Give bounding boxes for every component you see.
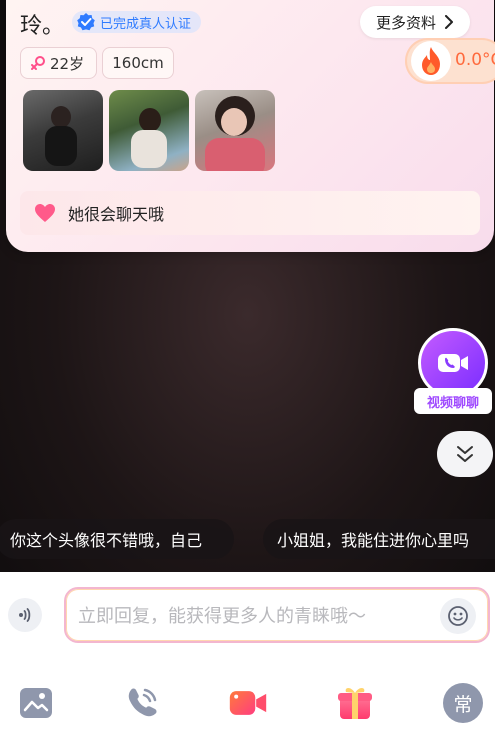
female-gender-icon xyxy=(31,56,45,70)
flame-icon xyxy=(422,47,440,75)
voice-button[interactable] xyxy=(8,598,42,632)
emoji-icon xyxy=(448,606,468,626)
video-call-icon xyxy=(438,354,468,372)
height-value: 160cm xyxy=(112,54,164,72)
hobby-banner: 她很会聊天哦 xyxy=(20,191,480,235)
quick-reply-2[interactable]: 小姐姐，我能住进你心里吗 xyxy=(263,519,495,559)
hobby-text: 她很会聊天哦 xyxy=(68,205,165,224)
gift-icon xyxy=(338,688,372,719)
phone-call-icon xyxy=(128,688,157,717)
verified-label: 已完成真人认证 xyxy=(100,16,192,32)
video-camera-icon xyxy=(229,691,267,715)
profile-name: 玲。 xyxy=(20,14,65,39)
flame-badge xyxy=(411,41,451,81)
gift-button[interactable] xyxy=(335,683,375,723)
verified-badge: 已完成真人认证 xyxy=(72,11,202,33)
double-chevron-down-icon xyxy=(457,446,473,462)
voice-call-button[interactable] xyxy=(122,683,162,723)
emoji-button[interactable] xyxy=(440,598,476,634)
profile-card: 玲。 已完成真人认证 更多资料 22岁 160cm 她很会聊天哦 xyxy=(6,0,494,252)
quick-reply-1[interactable]: 你这个头像很不错哦，自己 xyxy=(0,519,234,559)
temperature-value: 0.0°C xyxy=(455,50,495,70)
video-chat-label[interactable]: 视频聊聊 xyxy=(414,388,492,414)
photo-icon xyxy=(20,688,52,718)
message-input[interactable] xyxy=(66,589,420,643)
age-value: 22岁 xyxy=(50,54,85,73)
scroll-down-button[interactable] xyxy=(437,431,493,477)
voice-icon xyxy=(19,608,31,622)
photo-button[interactable] xyxy=(16,683,56,723)
more-info-label: 更多资料 xyxy=(375,13,436,32)
common-phrases-button[interactable]: 常 xyxy=(443,683,483,723)
chevron-right-icon xyxy=(445,15,453,29)
height-tag: 160cm xyxy=(102,47,174,79)
more-info-button[interactable]: 更多资料 xyxy=(360,6,470,38)
verified-check-icon xyxy=(77,13,95,31)
message-input-wrapper xyxy=(64,587,490,643)
profile-photo-2[interactable] xyxy=(109,90,189,171)
heart-icon xyxy=(35,204,55,222)
profile-photo-1[interactable] xyxy=(23,90,103,171)
profile-photo-3[interactable] xyxy=(195,90,275,171)
video-button[interactable] xyxy=(228,683,268,723)
intimacy-temperature[interactable]: 0.0°C xyxy=(405,38,495,84)
age-tag: 22岁 xyxy=(20,47,97,79)
